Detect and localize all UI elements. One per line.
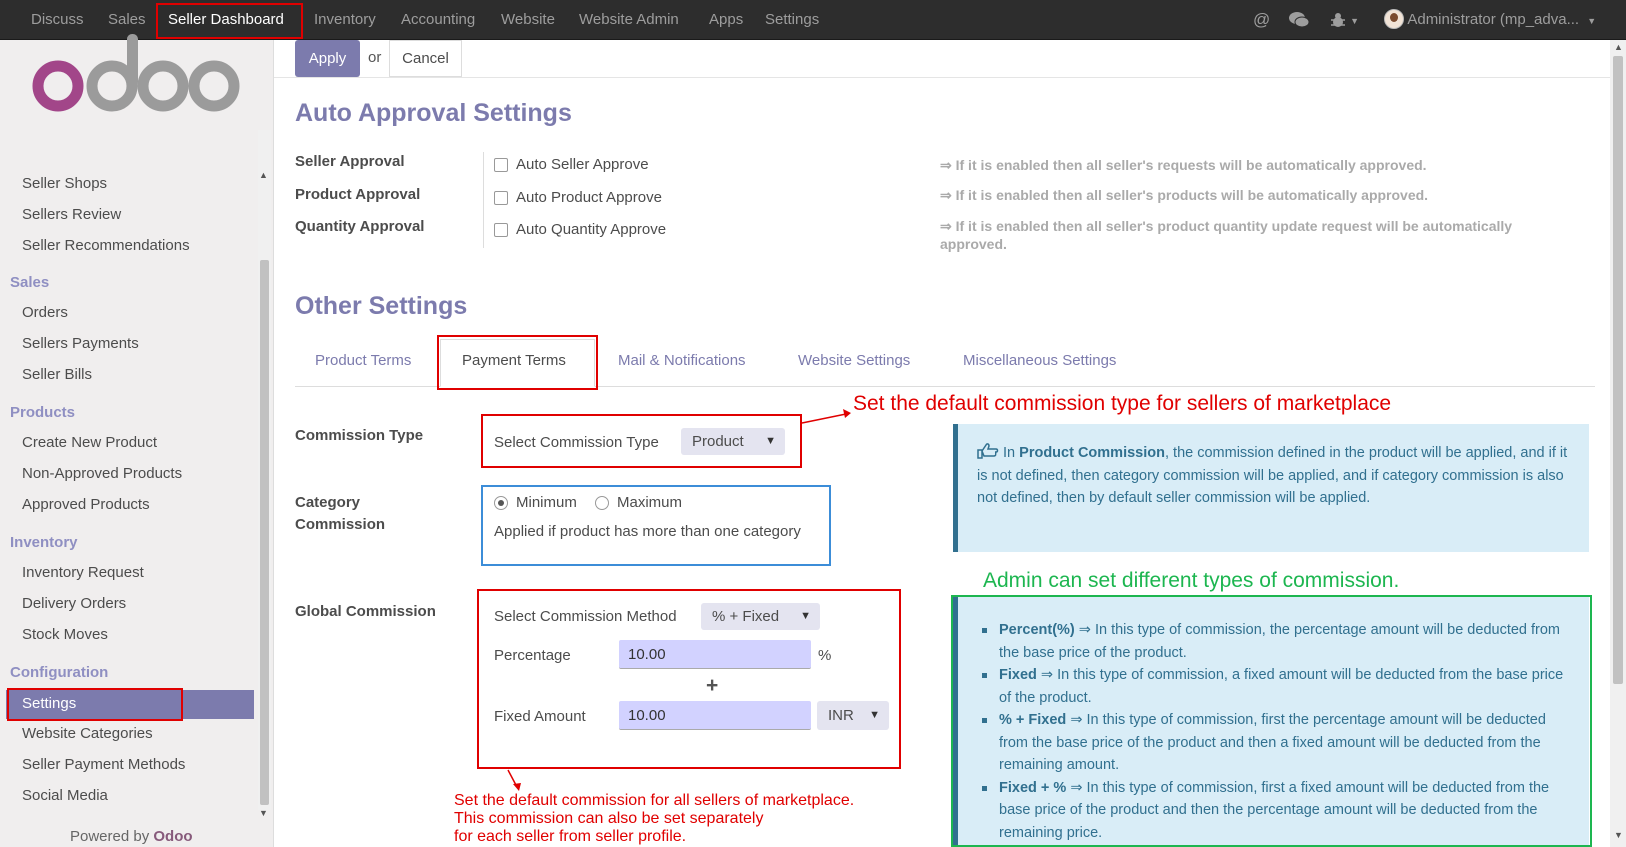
arrow-commission-type	[801, 413, 847, 424]
arrowhead-icon	[513, 783, 521, 791]
annotation-arrows	[507, 409, 851, 791]
arrowhead-icon	[843, 409, 851, 418]
